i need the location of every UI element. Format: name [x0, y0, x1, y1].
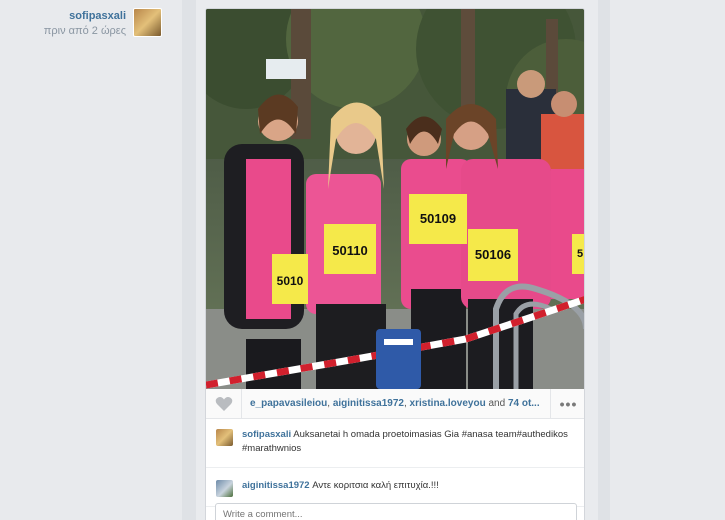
- left-gutter: [182, 0, 196, 520]
- like-button[interactable]: [206, 388, 242, 419]
- liker-link-2[interactable]: aiginitissa1972: [333, 398, 404, 409]
- bib-number-5: 5: [577, 248, 583, 260]
- comment-item: sofipasxali Auksanetai h omada proetoima…: [206, 420, 584, 468]
- left-panel: [0, 0, 182, 520]
- comment-username[interactable]: aiginitissa1972: [242, 480, 310, 491]
- likes-others-link[interactable]: 74 ot...: [508, 398, 540, 409]
- post-card: 5010 50110 50109 50106 5 e_papavasileiou…: [205, 8, 585, 520]
- author-username[interactable]: sofipasxali: [20, 10, 126, 22]
- comment-input[interactable]: [215, 503, 577, 520]
- likes-summary: e_papavasileiou, aiginitissa1972, xristi…: [250, 398, 540, 409]
- more-options-button[interactable]: •••: [550, 389, 584, 419]
- post-timestamp[interactable]: πριν από 2 ώρες: [20, 25, 126, 37]
- photo-illustration: 5010 50110 50109 50106 5: [206, 9, 584, 389]
- heart-icon: [215, 396, 232, 411]
- comment-text: Αντε κοριτσια καλή επιτυχία.!!!: [312, 480, 439, 491]
- likes-bar: e_papavasileiou, aiginitissa1972, xristi…: [206, 388, 584, 419]
- comment-item: aiginitissa1972 Αντε κοριτσια καλή επιτυ…: [206, 471, 584, 507]
- bib-number-1: 5010: [277, 274, 304, 288]
- comment-avatar[interactable]: [216, 480, 233, 497]
- comment-username[interactable]: sofipasxali: [242, 429, 291, 440]
- bib-number-4: 50106: [475, 247, 511, 262]
- bib-number-2: 50110: [332, 243, 367, 258]
- liker-link-1[interactable]: e_papavasileiou: [250, 398, 327, 409]
- bib-number-3: 50109: [420, 211, 456, 226]
- post-author: sofipasxali πριν από 2 ώρες: [20, 10, 126, 37]
- right-gutter: [598, 0, 610, 520]
- comment-text: Auksanetai h omada proetoimasias Gia #an…: [242, 429, 568, 454]
- comment-avatar[interactable]: [216, 429, 233, 446]
- liker-link-3[interactable]: xristina.loveyou: [410, 398, 486, 409]
- post-photo[interactable]: 5010 50110 50109 50106 5: [206, 9, 584, 389]
- likes-and: and: [488, 398, 506, 409]
- author-avatar[interactable]: [133, 8, 162, 37]
- right-panel: [610, 0, 725, 520]
